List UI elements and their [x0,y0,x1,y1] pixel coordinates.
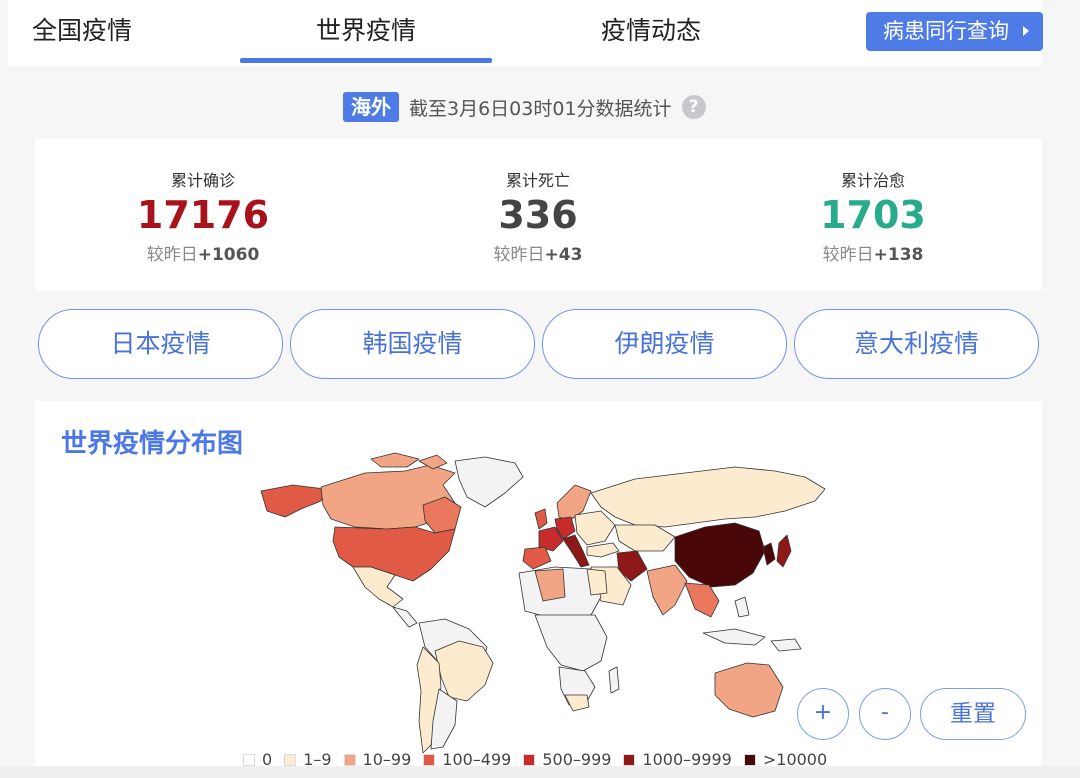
metric-deaths: 累计死亡 336 较昨日+43 [388,139,688,265]
zoom-in-button[interactable]: + [797,688,849,740]
legend-swatch [243,753,255,766]
metric-delta: 较昨日+43 [493,245,583,265]
legend-swatch [343,753,356,766]
iran-button[interactable]: 伊朗疫情 [542,309,787,379]
map-region-uk [534,508,548,530]
metric-confirmed: 累计确诊 17176 较昨日+1060 [53,139,353,265]
map-region-china [674,522,766,588]
map-region-central-america [392,606,418,628]
metric-label: 累计治愈 [840,171,905,190]
metric-value: 17176 [136,193,270,237]
map-region-southeast-asia [684,582,720,618]
map-region-korea [762,542,776,566]
map-region-india [646,564,688,616]
map-region-russia [590,466,826,528]
japan-button[interactable]: 日本疫情 [38,309,283,379]
reset-map-button[interactable]: 重置 [920,688,1026,740]
map-region-madagascar [608,666,620,694]
map-region-iberia [522,546,552,570]
korea-button[interactable]: 韩国疫情 [290,309,535,379]
legend-swatch [623,753,636,766]
bottom-edge [0,766,1080,778]
legend-swatch [743,753,756,766]
top-nav: 全国疫情 世界疫情 疫情动态 病患同行查询 [8,0,1043,66]
map-region-east-europe [574,510,616,546]
metric-delta: 较昨日+138 [822,245,924,265]
overseas-badge: 海外 [343,92,399,122]
metric-delta: 较昨日+1060 [146,245,260,265]
metric-label: 累计确诊 [170,171,235,190]
cta-label: 病患同行查询 [883,19,1009,43]
map-region-png [770,638,802,652]
metric-cured: 累计治愈 1703 较昨日+138 [723,139,1023,265]
map-region-central-africa [534,614,608,672]
metric-value: 1703 [820,193,926,237]
tab-world[interactable]: 世界疫情 [316,14,416,54]
metric-value: 336 [498,193,578,237]
map-region-arctic-islands [370,452,420,468]
legend-swatch [423,753,436,766]
map-region-south-africa [564,694,590,712]
map-region-turkey [586,542,620,558]
question-circle-icon[interactable]: ? [681,95,706,119]
metric-label: 累计死亡 [505,171,570,190]
stat-line: 海外 截至3月6日03时01分数据统计 ? [343,92,706,122]
italy-button[interactable]: 意大利疫情 [794,309,1039,379]
legend-swatch [284,753,297,766]
patient-trip-query-button[interactable]: 病患同行查询 [866,12,1043,51]
caret-right-icon [1023,26,1029,36]
map-region-philippines [734,596,750,618]
world-map-card: 世界疫情分布图 + - 重置 0 1–9 10–99 100–499 500–9… [35,401,1042,778]
zoom-out-button[interactable]: - [859,688,911,740]
map-region-greenland [454,456,524,508]
map-region-egypt [586,568,608,596]
legend-swatch [523,753,536,766]
map-region-usa [332,526,456,582]
tab-news[interactable]: 疫情动态 [601,14,701,54]
map-region-alaska [260,484,326,518]
summary-card: 累计确诊 17176 较昨日+1060 累计死亡 336 较昨日+43 累计治愈… [35,139,1042,291]
map-region-australia [714,662,784,718]
map-region-central-asia [614,524,676,552]
map-region-japan [776,534,792,568]
stat-timestamp: 截至3月6日03时01分数据统计 [409,97,672,120]
tab-national[interactable]: 全国疫情 [32,14,132,54]
map-region-indonesia [702,628,766,646]
active-tab-indicator [240,58,492,63]
